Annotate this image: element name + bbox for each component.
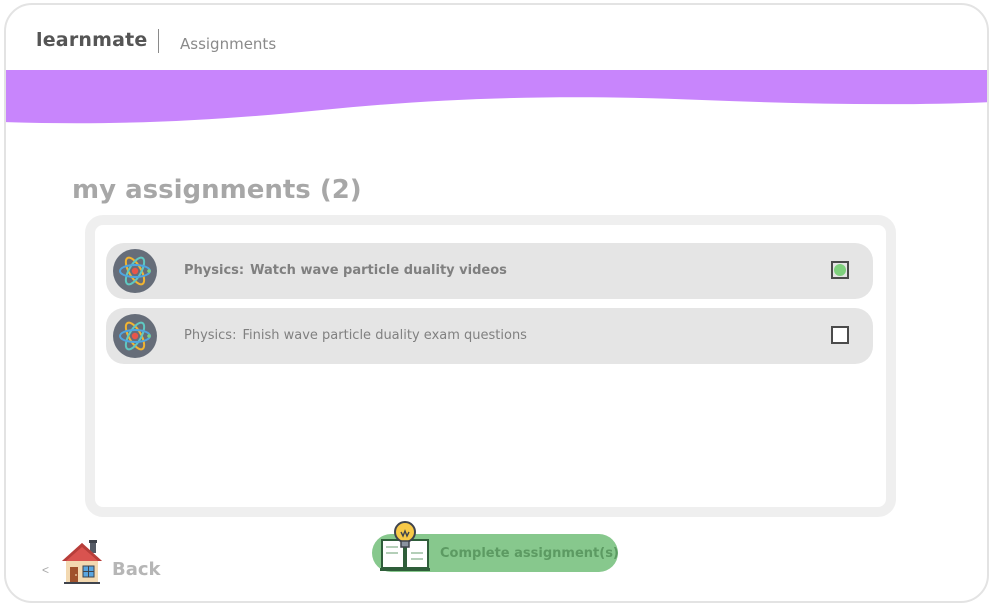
app-frame: learnmate Assignments my assignments (2)… bbox=[4, 3, 989, 603]
assignment-subject: Physics: bbox=[184, 328, 237, 343]
back-label: Back bbox=[112, 559, 161, 580]
page-title: my assignments (2) bbox=[72, 175, 362, 205]
header-divider bbox=[158, 29, 159, 53]
breadcrumb[interactable]: Assignments bbox=[180, 35, 276, 53]
header: learnmate Assignments bbox=[6, 5, 987, 70]
assignment-title: Finish wave particle duality exam questi… bbox=[242, 328, 527, 343]
chevron-left-icon: < bbox=[42, 563, 50, 577]
assignment-subject: Physics: bbox=[184, 263, 245, 278]
assignments-panel: Physics: Watch wave particle duality vide… bbox=[85, 215, 896, 517]
brand-logo[interactable]: learnmate bbox=[36, 29, 148, 51]
checked-dot bbox=[834, 264, 846, 276]
house-icon bbox=[62, 540, 102, 584]
assignment-label: Physics: Watch wave particle duality vide… bbox=[184, 263, 507, 278]
complete-assignments-button[interactable]: Complete assignment(s) bbox=[372, 521, 619, 572]
book-lightbulb-icon bbox=[380, 521, 430, 571]
assignment-row[interactable]: Physics: Watch wave particle duality vide… bbox=[106, 243, 873, 299]
assignment-checkbox[interactable] bbox=[831, 261, 849, 279]
atom-icon bbox=[113, 249, 157, 293]
assignment-title: Watch wave particle duality videos bbox=[250, 263, 507, 278]
back-button[interactable]: < Back bbox=[42, 535, 172, 585]
header-banner-wave bbox=[6, 70, 987, 124]
complete-button-label: Complete assignment(s) bbox=[440, 546, 619, 561]
atom-icon bbox=[113, 314, 157, 358]
assignment-label: Physics: Finish wave particle duality exa… bbox=[184, 328, 527, 343]
assignment-row[interactable]: Physics: Finish wave particle duality exa… bbox=[106, 308, 873, 364]
assignment-checkbox[interactable] bbox=[831, 326, 849, 344]
